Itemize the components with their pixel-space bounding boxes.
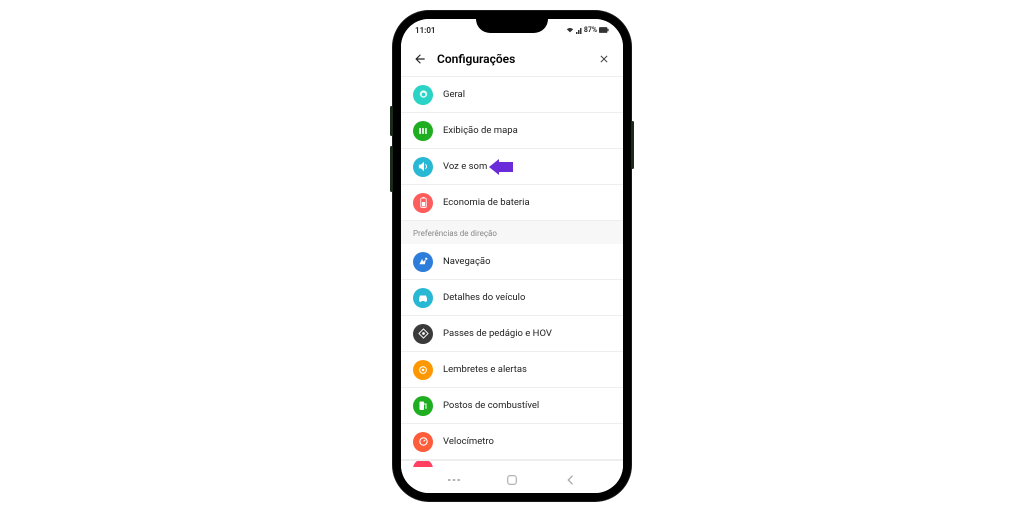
nav-icon: [413, 252, 433, 272]
cutoff-icon: [413, 460, 433, 467]
car-icon: [413, 288, 433, 308]
settings-item-general[interactable]: Geral: [401, 77, 623, 113]
section-header-driving: Preferências de direção: [401, 221, 623, 244]
page-title: Configurações: [437, 52, 595, 66]
battery-icon: [599, 27, 609, 33]
fuel-icon: [413, 396, 433, 416]
status-icons: 87%: [566, 26, 609, 34]
settings-item-fuel[interactable]: Postos de combustível: [401, 388, 623, 424]
status-time: 11:01: [415, 26, 435, 35]
highlight-arrow-icon: [489, 159, 515, 175]
settings-item-battery[interactable]: Economia de bateria: [401, 185, 623, 221]
settings-item-vehicle[interactable]: Detalhes do veículo: [401, 280, 623, 316]
volume-up-button: [390, 106, 393, 136]
battery-pct: 87%: [584, 26, 597, 34]
settings-item-speed[interactable]: Velocímetro: [401, 424, 623, 460]
back-button[interactable]: [411, 50, 429, 68]
list-label: Exibição de mapa: [443, 125, 518, 136]
close-button[interactable]: [595, 50, 613, 68]
list-label: Lembretes e alertas: [443, 364, 527, 375]
list-label: Detalhes do veículo: [443, 292, 525, 303]
power-button: [631, 121, 634, 169]
list-label: Velocímetro: [443, 436, 494, 447]
list-label: Geral: [443, 89, 465, 100]
map-icon: [413, 121, 433, 141]
home-button[interactable]: [505, 473, 519, 487]
screen: 11:01 87% Configurações Geral: [401, 19, 623, 493]
app-header: Configurações: [401, 41, 623, 77]
settings-item-voice-sound[interactable]: Voz e som: [401, 149, 623, 185]
settings-content[interactable]: Geral Exibição de mapa Voz e som: [401, 77, 623, 467]
settings-item-cutoff[interactable]: [401, 460, 623, 467]
recents-button[interactable]: [447, 473, 461, 487]
list-label: Economia de bateria: [443, 197, 530, 208]
list-label: Postos de combustível: [443, 400, 539, 411]
wifi-icon: [566, 26, 574, 34]
sound-icon: [413, 157, 433, 177]
phone-frame: 11:01 87% Configurações Geral: [393, 11, 631, 501]
notch: [476, 19, 548, 33]
settings-item-map-display[interactable]: Exibição de mapa: [401, 113, 623, 149]
settings-item-alerts[interactable]: Lembretes e alertas: [401, 352, 623, 388]
back-nav-button[interactable]: [563, 473, 577, 487]
gear-icon: [413, 85, 433, 105]
signal-icon: [576, 26, 582, 34]
list-label: Passes de pedágio e HOV: [443, 328, 552, 339]
speed-icon: [413, 432, 433, 452]
settings-item-toll[interactable]: Passes de pedágio e HOV: [401, 316, 623, 352]
android-nav-bar: [401, 467, 623, 493]
battery-icon: [413, 193, 433, 213]
settings-item-navigation[interactable]: Navegação: [401, 244, 623, 280]
volume-down-button: [390, 146, 393, 192]
list-label: Voz e som: [443, 161, 487, 172]
alert-icon: [413, 360, 433, 380]
list-label: Navegação: [443, 256, 491, 267]
arrow-left-icon: [413, 52, 427, 66]
close-icon: [598, 53, 610, 65]
toll-icon: [413, 324, 433, 344]
